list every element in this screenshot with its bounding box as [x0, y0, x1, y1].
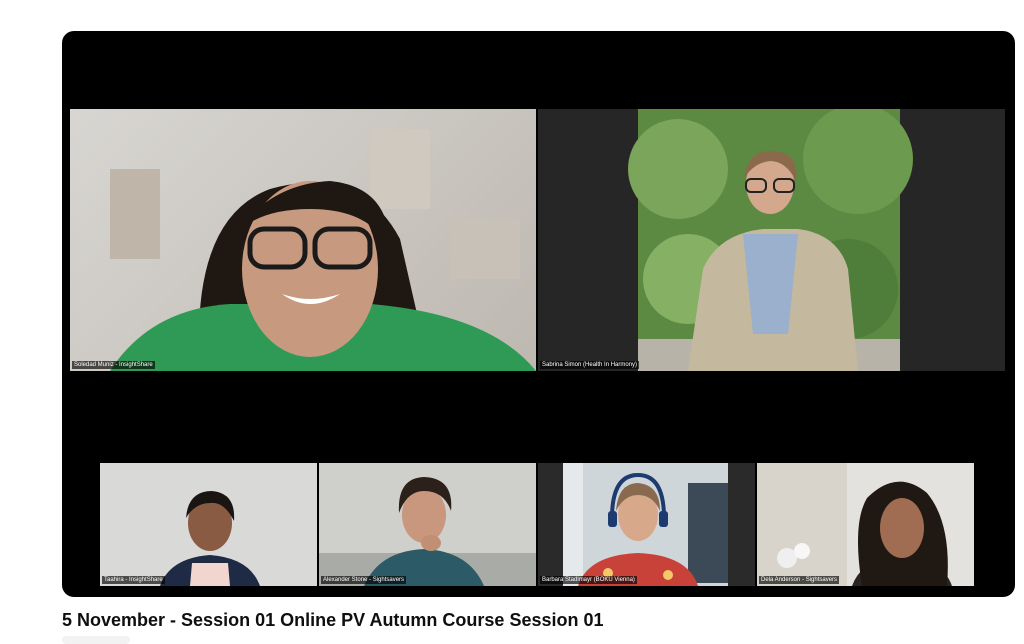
- participant-tile: Dela Anderson - Sightsavers: [757, 463, 974, 586]
- participant-video-feed: [110, 129, 536, 371]
- participant-tile: Alexander Stone - Sightsavers: [319, 463, 536, 586]
- participant-video-feed: [563, 463, 728, 586]
- participant-name: Soledad Muniz - InsightShare: [72, 361, 155, 369]
- participant-tile: Soledad Muniz - InsightShare: [70, 109, 536, 371]
- participant-name: Dela Anderson - Sightsavers: [759, 576, 840, 584]
- video-player[interactable]: Soledad Muniz - InsightShare Sabrina Sim…: [62, 31, 1015, 597]
- participant-name: Taahira - InsightShare: [102, 576, 165, 584]
- participant-video-feed: [757, 463, 952, 586]
- participant-video-feed: [160, 491, 260, 586]
- participant-name: Alexander Stone - Sightsavers: [321, 576, 407, 584]
- participant-tile: Sabrina Simon (Health In Harmony): [538, 109, 1005, 371]
- participant-video-feed: [319, 477, 536, 586]
- participant-tile: Barbara Stadlmayr (BOKU Vienna): [538, 463, 755, 586]
- participant-tile: Taahira - InsightShare: [100, 463, 317, 586]
- participant-name: Sabrina Simon (Health In Harmony): [540, 361, 640, 369]
- video-title: 5 November - Session 01 Online PV Autumn…: [62, 610, 604, 630]
- subtitle-placeholder: [62, 636, 130, 644]
- participant-name: Barbara Stadlmayr (BOKU Vienna): [540, 576, 637, 584]
- participant-video-feed: [628, 109, 913, 371]
